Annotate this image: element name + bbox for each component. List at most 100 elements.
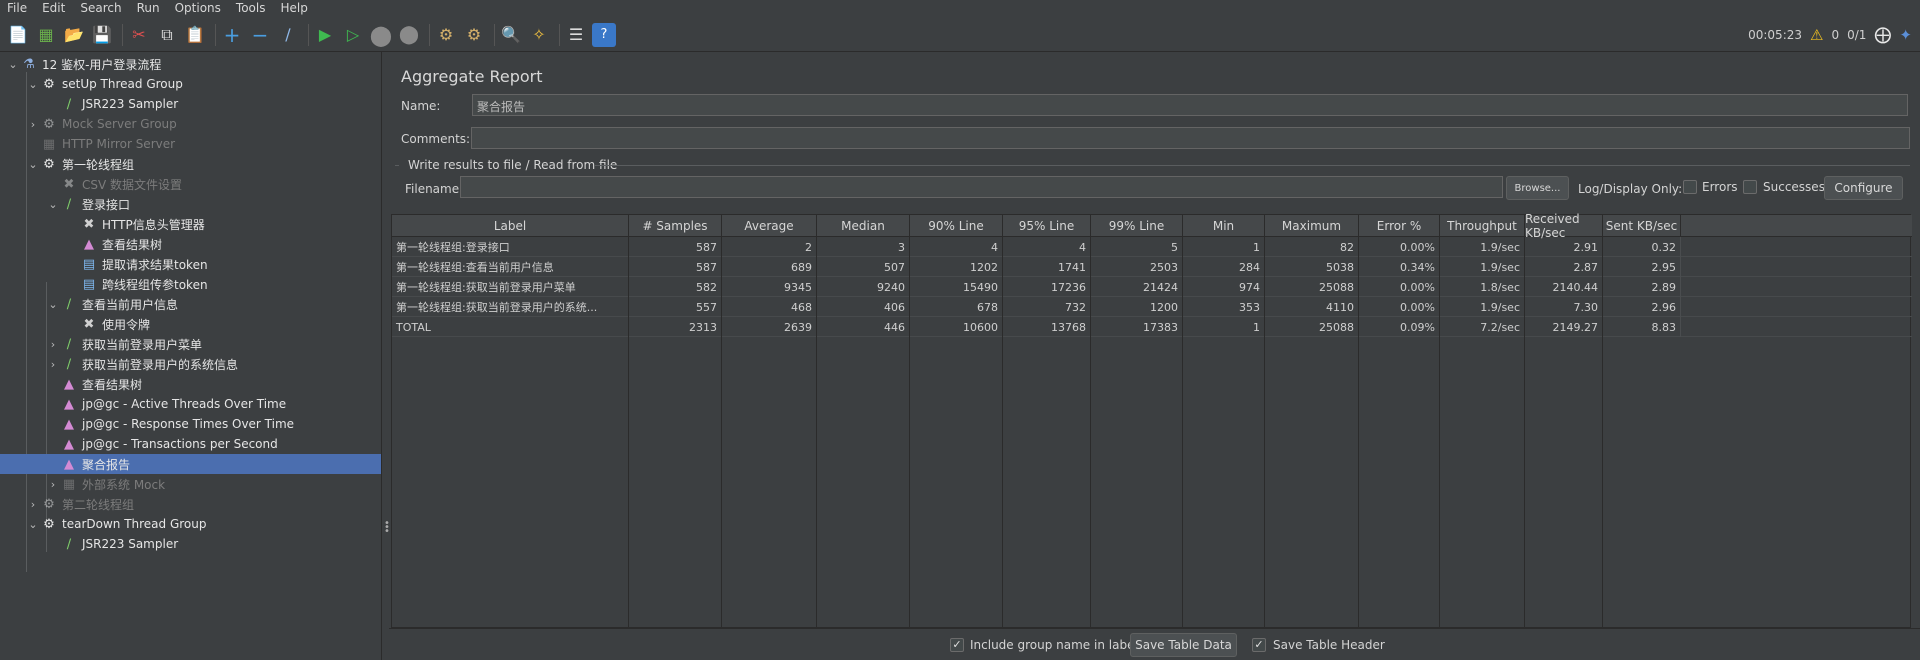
table-row[interactable]: 第一轮线程组:查看当前用户信息 587 689 507 1202 1741 2503 284 5…: [392, 257, 1912, 277]
chevron-right-icon[interactable]: ›: [46, 358, 60, 371]
remote-icon[interactable]: ⨁: [1874, 25, 1891, 45]
column-header[interactable]: # Samples: [629, 215, 722, 237]
start-no-pauses-icon[interactable]: ▷: [341, 23, 365, 47]
filename-field[interactable]: [460, 176, 1503, 198]
menu-tools[interactable]: Tools: [229, 0, 274, 16]
chevron-down-icon[interactable]: ⌄: [46, 298, 60, 311]
comments-field[interactable]: [471, 127, 1910, 149]
column-header[interactable]: 90% Line: [910, 215, 1003, 237]
warning-icon[interactable]: ⚠: [1810, 26, 1823, 44]
tree-item[interactable]: ▲ jp@gc - Response Times Over Time: [0, 414, 381, 434]
tree-item[interactable]: ⌄ ⚙ tearDown Thread Group: [0, 514, 381, 534]
tree-item[interactable]: ⌄ ⚗ 12 鉴权-用户登录流程: [0, 54, 381, 74]
clear-all-icon[interactable]: ⚙: [462, 23, 486, 47]
menu-file[interactable]: File: [0, 0, 35, 16]
chevron-down-icon[interactable]: ⌄: [26, 158, 40, 171]
splitter-handle[interactable]: • • •: [384, 519, 390, 537]
column-header[interactable]: Label: [392, 215, 629, 237]
tree-item[interactable]: › ⚙ Mock Server Group: [0, 114, 381, 134]
table-cell: 17236: [1003, 277, 1091, 297]
menu-edit[interactable]: Edit: [35, 0, 73, 16]
tree-item[interactable]: ✖ 使用令牌: [0, 314, 381, 334]
menu-search[interactable]: Search: [73, 0, 129, 16]
table-row[interactable]: 第一轮线程组:获取当前登录用户菜单 582 9345 9240 15490 17236 21…: [392, 277, 1912, 297]
open-icon[interactable]: 📂: [62, 23, 86, 47]
successes-checkbox[interactable]: [1743, 180, 1757, 194]
copy-icon[interactable]: ⧉: [155, 23, 179, 47]
column-header[interactable]: Sent KB/sec: [1603, 215, 1681, 237]
start-icon[interactable]: ▶: [313, 23, 337, 47]
table-cell: 2.87: [1525, 257, 1603, 277]
templates-icon[interactable]: ▦: [34, 23, 58, 47]
column-header[interactable]: Average: [722, 215, 817, 237]
column-header[interactable]: Min: [1183, 215, 1265, 237]
menu-help[interactable]: Help: [273, 0, 315, 16]
search-icon[interactable]: 🔍: [499, 23, 523, 47]
tree-item[interactable]: ⌄ ⚙ 第一轮线程组: [0, 154, 381, 174]
shutdown-icon[interactable]: ⬤: [397, 23, 421, 47]
function-helper-icon[interactable]: ☰: [564, 23, 588, 47]
tree-item[interactable]: ▤ 提取请求结果token: [0, 254, 381, 274]
chevron-down-icon[interactable]: ⌄: [26, 78, 40, 91]
tree-item[interactable]: ∕ JSR223 Sampler: [0, 534, 381, 554]
column-header[interactable]: 99% Line: [1091, 215, 1183, 237]
tree-item[interactable]: › ▦ 外部系统 Mock: [0, 474, 381, 494]
column-header[interactable]: 95% Line: [1003, 215, 1091, 237]
column-header[interactable]: Throughput: [1440, 215, 1525, 237]
cut-icon[interactable]: ✂: [127, 23, 151, 47]
save-table-header-checkbox[interactable]: ✓: [1252, 638, 1266, 652]
reset-search-icon[interactable]: ✧: [527, 23, 551, 47]
clear-icon[interactable]: ⚙: [434, 23, 458, 47]
tree-item-label: JSR223 Sampler: [82, 537, 179, 551]
menu-options[interactable]: Options: [168, 0, 229, 16]
tree-item[interactable]: ✖ CSV 数据文件设置: [0, 174, 381, 194]
collapse-icon[interactable]: −: [248, 23, 272, 47]
tree-item[interactable]: ▲ 聚合报告: [0, 454, 381, 474]
tree-item[interactable]: ∕ JSR223 Sampler: [0, 94, 381, 114]
column-header[interactable]: Maximum: [1265, 215, 1359, 237]
tree-item[interactable]: ⌄ ∕ 查看当前用户信息: [0, 294, 381, 314]
column-header[interactable]: Median: [817, 215, 910, 237]
chevron-right-icon[interactable]: ›: [26, 498, 40, 511]
new-icon[interactable]: 📄: [6, 23, 30, 47]
tree-item[interactable]: ▲ jp@gc - Transactions per Second: [0, 434, 381, 454]
toggle-icon[interactable]: ∕: [276, 23, 300, 47]
chevron-right-icon[interactable]: ›: [46, 478, 60, 491]
filename-label: Filename: [405, 182, 460, 196]
browse-button[interactable]: Browse...: [1506, 176, 1569, 200]
tree-item[interactable]: ▲ 查看结果树: [0, 374, 381, 394]
column-header[interactable]: Received KB/sec: [1525, 212, 1603, 240]
tree-item[interactable]: ▲ jp@gc - Active Threads Over Time: [0, 394, 381, 414]
tree-item[interactable]: › ∕ 获取当前登录用户的系统信息: [0, 354, 381, 374]
configure-button[interactable]: Configure: [1824, 176, 1903, 200]
table-cell: 1: [1183, 237, 1265, 257]
tree-item[interactable]: › ∕ 获取当前登录用户菜单: [0, 334, 381, 354]
tree-item[interactable]: ✖ HTTP信息头管理器: [0, 214, 381, 234]
chevron-down-icon[interactable]: ⌄: [26, 518, 40, 531]
tree-item[interactable]: ⌄ ⚙ setUp Thread Group: [0, 74, 381, 94]
gear-icon: ⚙: [43, 156, 55, 172]
name-field[interactable]: 聚合报告: [472, 94, 1908, 116]
save-icon[interactable]: 💾: [90, 23, 114, 47]
tree-item[interactable]: ▲ 查看结果树: [0, 234, 381, 254]
tree-item[interactable]: ⌄ ∕ 登录接口: [0, 194, 381, 214]
save-table-data-button[interactable]: Save Table Data: [1130, 633, 1237, 657]
errors-checkbox[interactable]: [1683, 180, 1697, 194]
include-group-checkbox[interactable]: ✓: [950, 638, 964, 652]
table-row[interactable]: 第一轮线程组:登录接口 587 2 3 4 4 5 1 82 0.00% 1.9/sec 2.91 0.…: [392, 237, 1912, 257]
tree-item[interactable]: ▤ 跨线程组传参token: [0, 274, 381, 294]
chevron-down-icon[interactable]: ⌄: [6, 58, 20, 71]
menu-run[interactable]: Run: [130, 0, 168, 16]
paste-icon[interactable]: 📋: [183, 23, 207, 47]
chevron-right-icon[interactable]: ›: [46, 338, 60, 351]
expand-icon[interactable]: +: [220, 23, 244, 47]
table-row[interactable]: 第一轮线程组:获取当前登录用户的系统... 557 468 406 678 732 1200…: [392, 297, 1912, 317]
tree-item[interactable]: › ⚙ 第二轮线程组: [0, 494, 381, 514]
tree-item[interactable]: ▦ HTTP Mirror Server: [0, 134, 381, 154]
stop-icon[interactable]: ⬤: [369, 23, 393, 47]
table-row[interactable]: TOTAL 2313 2639 446 10600 13768 17383 1 25088 0.0…: [392, 317, 1912, 337]
column-header[interactable]: Error %: [1359, 215, 1440, 237]
help-icon[interactable]: ?: [592, 22, 616, 47]
chevron-right-icon[interactable]: ›: [26, 118, 40, 131]
chevron-down-icon[interactable]: ⌄: [46, 198, 60, 211]
